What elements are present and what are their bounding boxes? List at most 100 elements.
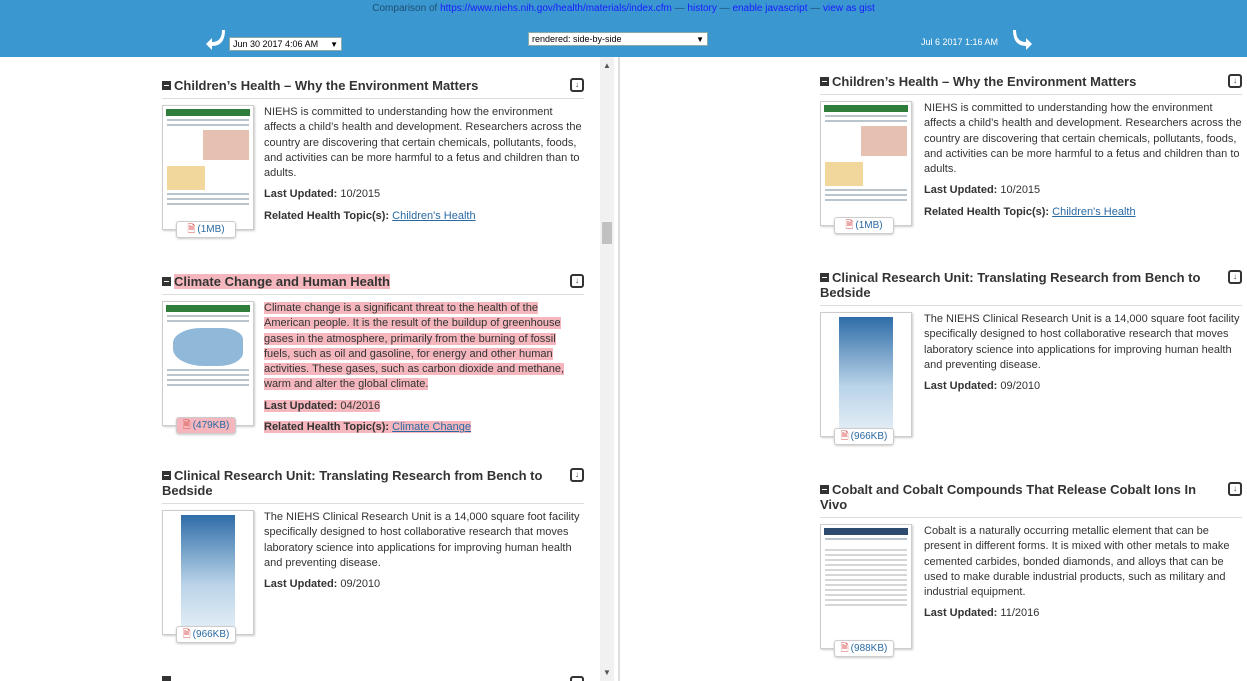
- last-updated-label: Last Updated:: [924, 380, 998, 393]
- entry-body: 🗎 (966KB) The NIEHS Clinical Research Uni…: [820, 312, 1242, 462]
- pdf-size-link[interactable]: 🗎 (966KB): [834, 428, 894, 445]
- file-size: (988KB): [850, 643, 888, 654]
- divider: [162, 98, 584, 99]
- pdf-size-link[interactable]: 🗎 (1MB): [834, 217, 894, 234]
- left-pane-scrollbar[interactable]: ▲ ▼: [600, 57, 614, 681]
- file-size: (966KB): [850, 431, 888, 442]
- enable-javascript-link[interactable]: enable javascript: [732, 3, 807, 14]
- comparison-toolbar: Comparison of https://www.niehs.nih.gov/…: [0, 0, 1247, 57]
- divider: [820, 305, 1242, 306]
- download-icon: [570, 676, 584, 681]
- collapse-icon[interactable]: [820, 485, 829, 494]
- left-version-select[interactable]: Jun 30 2017 4:06 AM ▼: [229, 37, 342, 51]
- related-topic-link[interactable]: Climate Change: [392, 421, 471, 433]
- divider: [820, 517, 1242, 518]
- related-topic-link[interactable]: Children's Health: [1052, 206, 1135, 218]
- pdf-size-link[interactable]: 🗎 (966KB): [176, 626, 236, 643]
- right-version-label: Jul 6 2017 1:16 AM: [921, 37, 999, 47]
- last-updated: Last Updated: 10/2015: [264, 187, 584, 202]
- document-thumbnail[interactable]: [162, 105, 254, 230]
- separator: —: [716, 3, 733, 14]
- curved-arrow-right-icon[interactable]: [1012, 28, 1034, 55]
- related-topics: Related Health Topic(s): Climate Change: [264, 420, 584, 435]
- related-topics-label: Related Health Topic(s):: [264, 209, 390, 222]
- entry-text: Climate change is a significant threat t…: [264, 301, 584, 435]
- collapse-icon[interactable]: [162, 277, 171, 286]
- collapse-icon: [162, 676, 171, 681]
- download-icon[interactable]: ↓: [570, 78, 584, 92]
- pdf-icon: 🗎: [182, 420, 191, 431]
- file-size: (1MB): [197, 224, 225, 235]
- entry-heading[interactable]: Children’s Health – Why the Environment …: [162, 78, 584, 93]
- right-pane: Children’s Health – Why the Environment …: [620, 57, 1247, 681]
- file-size: (966KB): [192, 629, 230, 640]
- collapse-icon[interactable]: [162, 471, 171, 480]
- related-topics: Related Health Topic(s): Children's Heal…: [264, 209, 584, 224]
- entry-title: Children’s Health – Why the Environment …: [174, 78, 479, 93]
- download-icon[interactable]: ↓: [1228, 270, 1242, 284]
- chevron-down-icon: ▼: [696, 34, 704, 44]
- document-thumbnail[interactable]: [820, 312, 912, 437]
- pdf-icon: 🗎: [840, 431, 849, 442]
- entry-description: NIEHS is committed to understanding how …: [264, 106, 582, 180]
- publication-entry: Children’s Health – Why the Environment …: [162, 78, 584, 255]
- last-updated-value: 04/2016: [340, 399, 381, 412]
- document-thumbnail[interactable]: [162, 301, 254, 426]
- page-url-link[interactable]: https://www.niehs.nih.gov/health/materia…: [440, 3, 672, 14]
- last-updated-value: 10/2015: [340, 188, 381, 201]
- separator: —: [671, 3, 688, 14]
- related-topics-label: Related Health Topic(s):: [924, 205, 1050, 218]
- collapse-icon[interactable]: [162, 81, 171, 90]
- divider: [162, 294, 584, 295]
- entry-title: Cobalt and Cobalt Compounds That Release…: [820, 482, 1197, 512]
- document-thumbnail[interactable]: [162, 510, 254, 635]
- pdf-icon: 🗎: [182, 629, 191, 640]
- entry-text: The NIEHS Clinical Research Unit is a 14…: [264, 510, 584, 592]
- publication-entry: Clinical Research Unit: Translating Rese…: [162, 468, 584, 660]
- download-icon[interactable]: ↓: [1228, 74, 1242, 88]
- entry-title: Clinical Research Unit: Translating Rese…: [162, 468, 543, 498]
- entry-heading[interactable]: Climate Change and Human Health ↓: [162, 274, 584, 289]
- related-topics: Related Health Topic(s): Children's Heal…: [924, 205, 1244, 220]
- scroll-up-icon[interactable]: ▲: [603, 61, 611, 70]
- pdf-icon: 🗎: [187, 224, 196, 235]
- last-updated: Last Updated: 09/2010: [924, 379, 1244, 394]
- last-updated-value: 09/2010: [1000, 380, 1041, 393]
- last-updated: Last Updated: 09/2010: [264, 577, 584, 592]
- collapse-icon[interactable]: [820, 77, 829, 86]
- divider: [162, 503, 584, 504]
- entry-text: The NIEHS Clinical Research Unit is a 14…: [924, 312, 1244, 394]
- divider: [820, 94, 1242, 95]
- download-icon[interactable]: ↓: [570, 274, 584, 288]
- curved-arrow-left-icon[interactable]: [204, 28, 226, 55]
- download-icon[interactable]: ↓: [570, 468, 584, 482]
- entry-heading[interactable]: Clinical Research Unit: Translating Rese…: [162, 468, 584, 498]
- pdf-size-link[interactable]: 🗎 (988KB): [834, 640, 894, 657]
- pdf-icon: 🗎: [840, 643, 849, 654]
- pdf-size-link[interactable]: 🗎 (1MB): [176, 221, 236, 238]
- scroll-down-icon[interactable]: ▼: [603, 668, 611, 677]
- pdf-size-link[interactable]: 🗎 (479KB): [176, 417, 236, 434]
- entry-description: The NIEHS Clinical Research Unit is a 14…: [924, 313, 1240, 371]
- collapse-icon[interactable]: [820, 273, 829, 282]
- view-as-gist-link[interactable]: view as gist: [823, 3, 875, 14]
- entry-title: Children’s Health – Why the Environment …: [832, 74, 1137, 89]
- entry-heading[interactable]: Children’s Health – Why the Environment …: [820, 74, 1242, 89]
- entry-description: Climate change is a significant threat t…: [264, 301, 584, 393]
- related-topic-link[interactable]: Children's Health: [392, 210, 475, 222]
- entry-heading[interactable]: Clinical Research Unit: Translating Rese…: [820, 270, 1242, 300]
- last-updated-label: Last Updated:: [264, 188, 338, 201]
- separator: —: [807, 3, 824, 14]
- entry-body: 🗎 (966KB) The NIEHS Clinical Research Uni…: [162, 510, 584, 660]
- publication-entry: Cobalt and Cobalt Compounds That Release…: [820, 482, 1242, 674]
- entry-description: NIEHS is committed to understanding how …: [924, 102, 1242, 176]
- scrollbar-thumb[interactable]: [602, 222, 612, 244]
- download-icon[interactable]: ↓: [1228, 482, 1242, 496]
- render-mode-select[interactable]: rendered: side-by-side ▼: [528, 32, 708, 46]
- history-link[interactable]: history: [687, 3, 716, 14]
- document-thumbnail[interactable]: [820, 101, 912, 226]
- publication-entry: Clinical Research Unit: Translating Rese…: [820, 270, 1242, 462]
- document-thumbnail[interactable]: [820, 524, 912, 649]
- entry-heading[interactable]: Cobalt and Cobalt Compounds That Release…: [820, 482, 1242, 512]
- related-topics-label: Related Health Topic(s):: [264, 421, 390, 434]
